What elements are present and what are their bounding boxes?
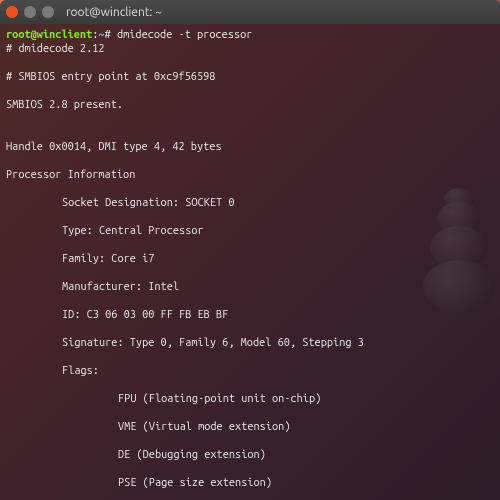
output-field: Flags:	[6, 364, 494, 378]
output-field: Type: Central Processor	[6, 224, 494, 238]
output-field: Manufacturer: Intel	[6, 280, 494, 294]
output-flag: VME (Virtual mode extension)	[6, 420, 494, 434]
output-field: Family: Core i7	[6, 252, 494, 266]
output-line: SMBIOS 2.8 present.	[6, 98, 494, 112]
output-field: ID: C3 06 03 00 FF FB EB BF	[6, 308, 494, 322]
window-title: root@winclient: ~	[66, 6, 162, 19]
prompt-user: root@winclient	[6, 29, 92, 41]
output-line: Handle 0x0014, DMI type 4, 42 bytes	[6, 140, 494, 154]
minimize-icon[interactable]	[24, 6, 36, 18]
terminal-body[interactable]: root@winclient:~# dmidecode -t processor…	[0, 24, 500, 500]
output-line: Processor Information	[6, 168, 494, 182]
close-icon[interactable]	[6, 6, 18, 18]
output-flag: DE (Debugging extension)	[6, 448, 494, 462]
command-text: dmidecode -t processor	[117, 29, 253, 41]
titlebar[interactable]: root@winclient: ~	[0, 0, 500, 24]
output-flag: PSE (Page size extension)	[6, 476, 494, 490]
output-flag: FPU (Floating-point unit on-chip)	[6, 392, 494, 406]
prompt-symbol: #	[105, 29, 111, 41]
output-line: # SMBIOS entry point at 0xc9f56598	[6, 70, 494, 84]
output-line: # dmidecode 2.12	[6, 42, 494, 56]
maximize-icon[interactable]	[42, 6, 54, 18]
terminal-window: root@winclient: ~ root@winclient:~# dmid…	[0, 0, 500, 500]
output-field: Socket Designation: SOCKET 0	[6, 196, 494, 210]
output-field: Signature: Type 0, Family 6, Model 60, S…	[6, 336, 494, 350]
